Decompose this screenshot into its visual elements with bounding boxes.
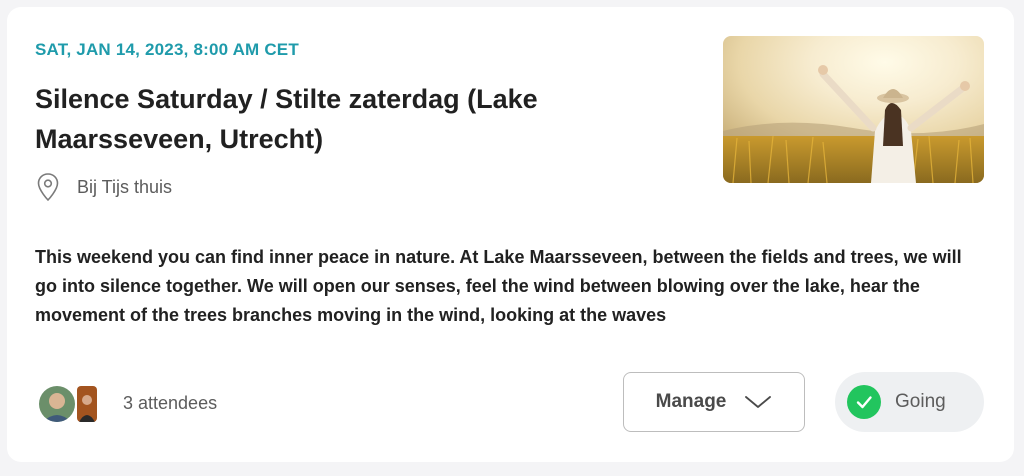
event-card[interactable]: SAT, JAN 14, 2023, 8:00 AM CET Silence S… bbox=[7, 7, 1014, 462]
event-location: Bij Tijs thuis bbox=[35, 172, 172, 202]
going-button-label: Going bbox=[895, 391, 946, 412]
event-date: SAT, JAN 14, 2023, 8:00 AM CET bbox=[35, 40, 299, 59]
manage-button[interactable]: Manage bbox=[623, 372, 805, 432]
check-circle-icon bbox=[847, 385, 881, 419]
manage-button-label: Manage bbox=[655, 391, 727, 412]
location-name: Bij Tijs thuis bbox=[77, 176, 173, 197]
chevron-down-icon bbox=[744, 394, 772, 410]
avatar[interactable] bbox=[37, 384, 77, 424]
event-description: This weekend you can find inner peace in… bbox=[35, 247, 962, 325]
attendee-count[interactable]: 3 attendees bbox=[123, 393, 217, 414]
going-button[interactable]: Going bbox=[835, 372, 984, 432]
avatar[interactable] bbox=[75, 384, 99, 424]
event-image[interactable] bbox=[723, 36, 984, 183]
map-pin-icon bbox=[35, 172, 61, 202]
event-title[interactable]: Silence Saturday / Stilte zaterdag (Lake… bbox=[35, 79, 635, 159]
attendee-avatars[interactable] bbox=[37, 383, 101, 424]
attendees-summary[interactable]: 3 attendees bbox=[37, 383, 217, 424]
